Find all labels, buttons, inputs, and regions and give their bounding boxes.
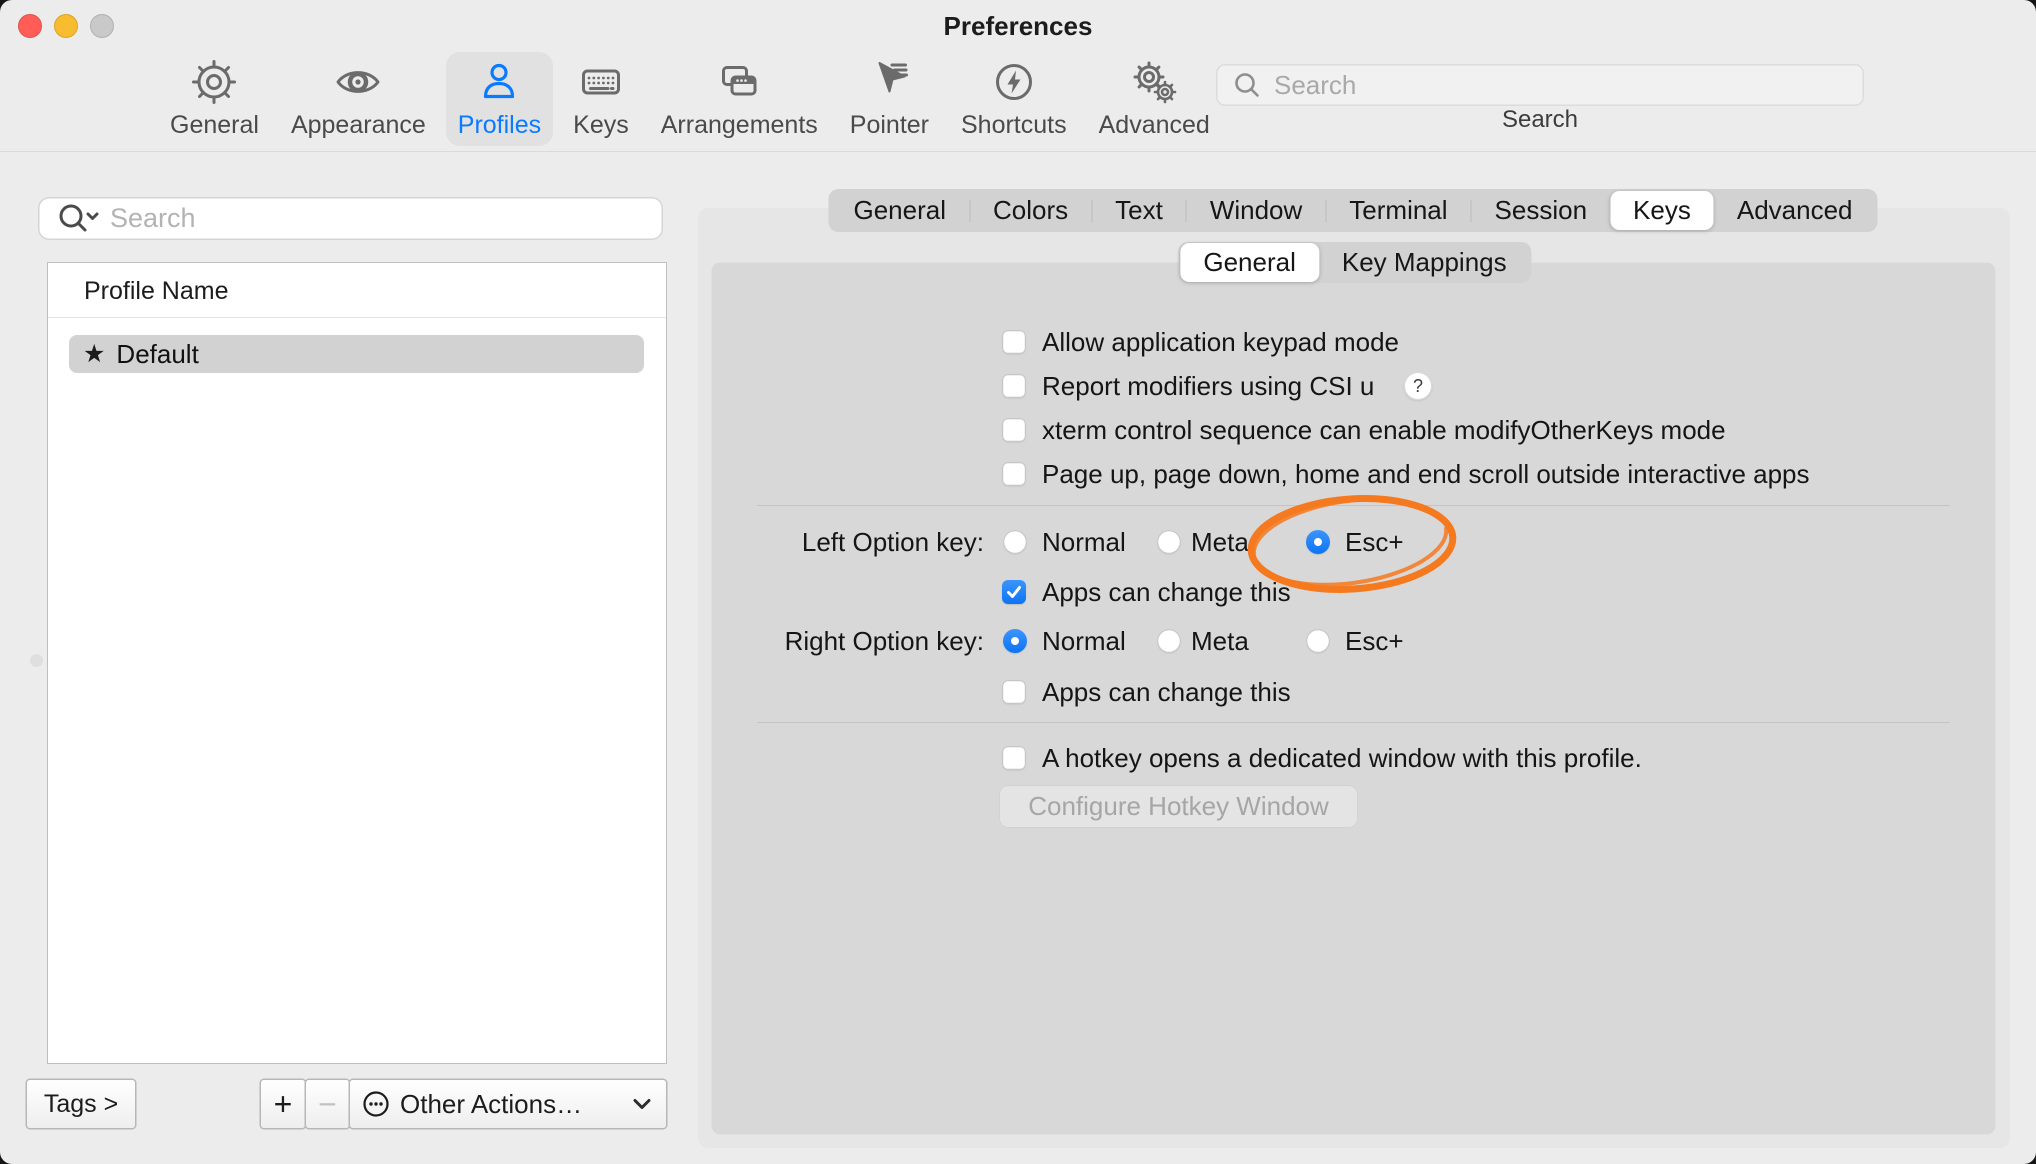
radio-label: Meta: [1191, 527, 1249, 557]
radio-right-normal-selected[interactable]: [1003, 629, 1027, 653]
configure-hotkey-window-button: Configure Hotkey Window: [1000, 786, 1357, 827]
checkbox-label: Allow application keypad mode: [1042, 327, 1399, 357]
tab-advanced[interactable]: Advanced: [1714, 191, 1876, 230]
subtab-general-selected[interactable]: General: [1180, 243, 1319, 282]
preferences-toolbar: General Appearance Profiles: [158, 52, 1222, 146]
profile-name: Default: [116, 339, 198, 370]
profile-search-input[interactable]: [108, 202, 652, 235]
profile-list: Profile Name ★ Default: [48, 263, 666, 1063]
person-icon: [475, 58, 523, 106]
toolbar-item-keys[interactable]: Keys: [561, 52, 641, 146]
help-button[interactable]: ?: [1404, 372, 1432, 400]
gears-icon: [1130, 58, 1178, 106]
checkbox-scroll-outside-apps[interactable]: [1002, 462, 1026, 486]
subtab-key-mappings[interactable]: Key Mappings: [1319, 243, 1530, 282]
checkbox-label: Page up, page down, home and end scroll …: [1042, 459, 1810, 489]
tags-button-label: Tags >: [44, 1090, 118, 1119]
profile-search-field[interactable]: [38, 197, 663, 240]
toolbar-item-shortcuts[interactable]: Shortcuts: [949, 52, 1079, 146]
checkbox-label: Report modifiers using CSI u: [1042, 371, 1374, 401]
checkbox-label: Apps can change this: [1042, 577, 1291, 607]
toolbar-divider: [0, 151, 2036, 152]
add-profile-button[interactable]: +: [261, 1080, 305, 1128]
checkbox-application-keypad[interactable]: [1002, 330, 1026, 354]
other-actions-label: Other Actions…: [400, 1089, 582, 1120]
checkbox-hotkey-window[interactable]: [1002, 746, 1026, 770]
checkmark-icon: [1004, 582, 1024, 602]
minus-icon: −: [318, 1086, 337, 1123]
toolbar-label: Arrangements: [661, 112, 818, 138]
checkbox-label: Apps can change this: [1042, 677, 1291, 707]
toolbar-label: Shortcuts: [961, 112, 1067, 138]
toolbar-search-input[interactable]: [1272, 69, 1836, 102]
checkbox-right-apps-can-change[interactable]: [1002, 680, 1026, 704]
plus-icon: +: [274, 1086, 293, 1123]
radio-right-esc[interactable]: [1306, 629, 1330, 653]
tab-session[interactable]: Session: [1472, 191, 1611, 230]
configure-hotkey-label: Configure Hotkey Window: [1028, 791, 1329, 822]
scoped-search-icon: [50, 202, 108, 236]
cursor-icon: [865, 58, 913, 106]
toolbar-label: Appearance: [291, 112, 426, 138]
section-divider: [757, 505, 1950, 506]
right-option-key-label: Right Option key:: [700, 626, 984, 656]
checkbox-label: xterm control sequence can enable modify…: [1042, 415, 1726, 445]
toolbar-label: General: [170, 112, 259, 138]
keys-subtab-bar: General Key Mappings: [1178, 242, 1531, 283]
radio-label: Meta: [1191, 626, 1249, 656]
window-edge-dot: [30, 654, 43, 667]
radio-left-normal[interactable]: [1003, 530, 1027, 554]
toolbar-item-general[interactable]: General: [158, 52, 271, 146]
lightning-icon: [990, 58, 1038, 106]
profile-row-default[interactable]: ★ Default: [69, 335, 644, 373]
toolbar-label: Keys: [573, 112, 629, 138]
gear-icon: [190, 58, 238, 106]
left-option-key-label: Left Option key:: [700, 527, 984, 557]
toolbar-item-profiles[interactable]: Profiles: [446, 52, 553, 146]
ellipsis-circle-icon: [362, 1090, 390, 1118]
tab-colors[interactable]: Colors: [970, 191, 1091, 230]
toolbar-item-appearance[interactable]: Appearance: [279, 52, 438, 146]
radio-label: Normal: [1042, 626, 1126, 656]
chevron-down-icon: [632, 1097, 652, 1111]
keyboard-icon: [577, 58, 625, 106]
toolbar-item-advanced[interactable]: Advanced: [1087, 52, 1222, 146]
toolbar-item-arrangements[interactable]: Arrangements: [649, 52, 830, 146]
toolbar-label: Profiles: [458, 112, 541, 138]
toolbar-label: Advanced: [1099, 112, 1210, 138]
eye-icon: [334, 58, 382, 106]
tags-button[interactable]: Tags >: [27, 1080, 135, 1128]
checkbox-csi-u[interactable]: [1002, 374, 1026, 398]
remove-profile-button: −: [306, 1080, 349, 1128]
search-icon: [1226, 70, 1272, 100]
profile-list-header: Profile Name: [48, 263, 666, 318]
other-actions-dropdown[interactable]: Other Actions…: [350, 1080, 666, 1128]
tab-general[interactable]: General: [830, 191, 969, 230]
screenshot-stage: Preferences General Appearance: [0, 0, 2036, 1164]
radio-label: Esc+: [1345, 626, 1404, 656]
radio-left-esc-selected[interactable]: [1306, 530, 1330, 554]
toolbar-label: Pointer: [850, 112, 929, 138]
radio-label: Normal: [1042, 527, 1126, 557]
tab-keys-selected[interactable]: Keys: [1610, 191, 1714, 230]
tab-terminal[interactable]: Terminal: [1326, 191, 1470, 230]
profile-tab-bar: General Colors Text Window Terminal Sess…: [828, 189, 1877, 232]
checkbox-modify-other-keys[interactable]: [1002, 418, 1026, 442]
windows-icon: [715, 58, 763, 106]
radio-label: Esc+: [1345, 527, 1404, 557]
profile-name-column-header: Profile Name: [84, 277, 229, 306]
toolbar-item-pointer[interactable]: Pointer: [838, 52, 941, 146]
radio-left-meta[interactable]: [1157, 530, 1181, 554]
radio-right-meta[interactable]: [1157, 629, 1181, 653]
section-divider: [757, 722, 1950, 723]
checkbox-left-apps-can-change[interactable]: [1002, 580, 1026, 604]
tab-text[interactable]: Text: [1092, 191, 1186, 230]
toolbar-search-caption: Search: [1216, 106, 1864, 134]
preferences-window: Preferences General Appearance: [0, 0, 2036, 1164]
window-title: Preferences: [0, 11, 2036, 42]
tab-window[interactable]: Window: [1187, 191, 1325, 230]
toolbar-search-field[interactable]: [1216, 64, 1864, 106]
star-icon: ★: [83, 335, 105, 373]
checkbox-label: A hotkey opens a dedicated window with t…: [1042, 743, 1642, 773]
